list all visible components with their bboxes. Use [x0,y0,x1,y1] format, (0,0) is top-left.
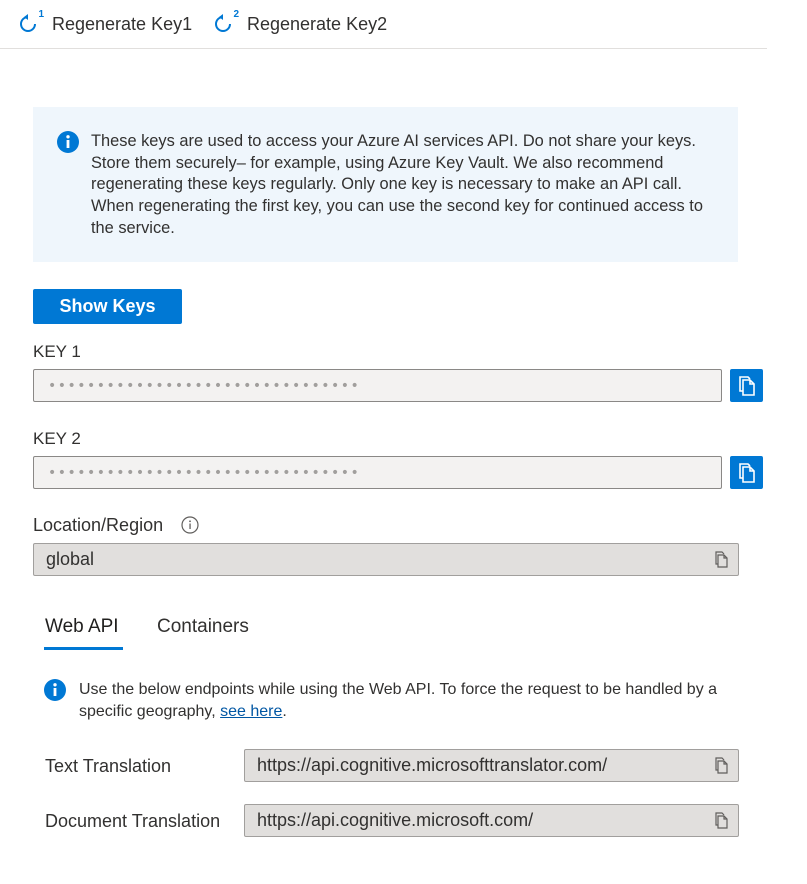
regenerate-key2-label: Regenerate Key2 [247,13,388,34]
key1-label: KEY 1 [33,342,81,361]
regenerate-icon: 2 [213,9,239,36]
regenerate-icon: 1 [18,9,44,36]
copy-icon [738,375,755,396]
text-translation-label: Text Translation [45,756,172,776]
see-here-link[interactable]: see here [220,703,282,720]
regenerate-number: 1 [38,9,44,20]
info-icon [44,679,66,706]
command-bar: 1 Regenerate Key1 2 Regenerate Key2 [0,0,767,49]
info-banner-text: These keys are used to access your Azure… [91,132,703,237]
info-banner: These keys are used to access your Azure… [33,107,738,262]
tab-web-api[interactable]: Web API [45,616,119,638]
copy-icon[interactable] [714,812,730,835]
copy-icon[interactable] [714,757,730,780]
document-translation-label: Document Translation [45,811,221,831]
text-translation-endpoint-field[interactable]: https://api.cognitive.microsofttranslato… [244,749,739,782]
show-keys-button[interactable]: Show Keys [33,289,182,324]
copy-key1-button[interactable] [730,369,763,402]
document-translation-url: https://api.cognitive.microsoft.com/ [257,810,534,830]
webapi-info-body: Use the below endpoints while using the … [79,681,718,720]
key2-input[interactable]: •••••••••••••••••••••••••••••••• [33,456,722,489]
regenerate-key2-button[interactable]: 2 Regenerate Key2 [213,9,388,38]
webapi-info-end: . [282,703,287,720]
key1-input[interactable]: •••••••••••••••••••••••••••••••• [33,369,722,402]
location-label: Location/Region [33,515,164,535]
key2-value: •••••••••••••••••••••••••••••••• [48,464,361,481]
regenerate-number: 2 [233,9,239,20]
text-translation-url: https://api.cognitive.microsofttranslato… [257,755,608,775]
regenerate-key1-button[interactable]: 1 Regenerate Key1 [18,9,193,38]
info-icon [57,131,79,158]
document-translation-endpoint-field[interactable]: https://api.cognitive.microsoft.com/ [244,804,739,837]
location-value: global [46,549,95,569]
tab-active-indicator [44,647,123,650]
key2-label: KEY 2 [33,429,81,448]
webapi-info-text: Use the below endpoints while using the … [79,679,719,723]
info-outline-icon[interactable] [181,516,199,539]
tab-containers[interactable]: Containers [157,616,249,638]
key1-value: •••••••••••••••••••••••••••••••• [48,377,361,394]
copy-icon [738,462,755,483]
copy-key2-button[interactable] [730,456,763,489]
copy-icon[interactable] [714,551,730,574]
regenerate-key1-label: Regenerate Key1 [52,13,193,34]
location-field[interactable]: global [33,543,739,576]
